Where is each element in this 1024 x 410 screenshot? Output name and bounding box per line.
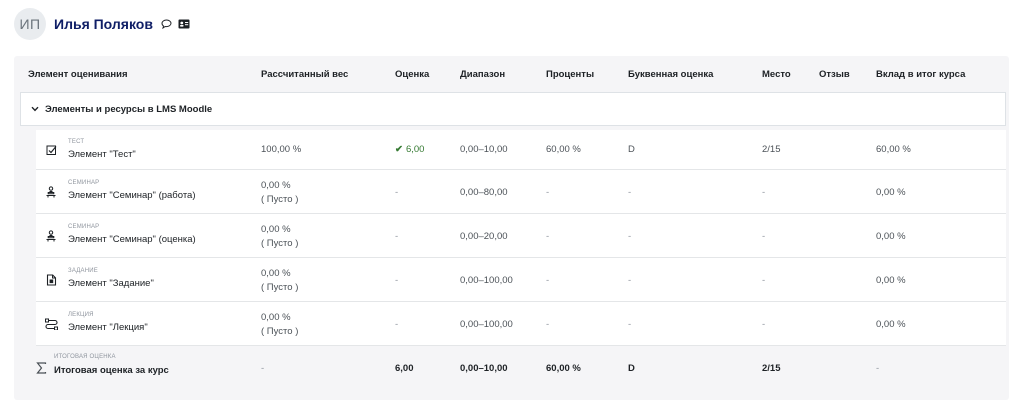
letter-value: D: [628, 363, 635, 374]
range-value: 0,00–20,00: [460, 231, 508, 242]
col-header-feedback: Отзыв: [819, 69, 850, 80]
grade-item-link[interactable]: Элемент "Лекция": [68, 322, 148, 333]
weight-empty-note: ( Пусто ): [261, 194, 299, 205]
chevron-down-icon[interactable]: [31, 106, 41, 112]
weight-value: 0,00 %: [261, 268, 291, 279]
weight-empty-note: ( Пусто ): [261, 238, 299, 249]
grade-value: ✔ 6,00: [395, 144, 425, 155]
contribution-value: 0,00 %: [876, 231, 906, 242]
item-type-label: ЗАДАНИЕ: [68, 268, 98, 274]
table-row: ЛЕКЦИЯ Элемент "Лекция" 0,00 % ( Пусто )…: [36, 302, 1006, 346]
contribution-value: 0,00 %: [876, 275, 906, 286]
item-type-label: ИТОГОВАЯ ОЦЕНКА: [54, 354, 116, 360]
table-row: ТЕСТ Элемент "Тест" 100,00 % ✔ 6,00 0,00–…: [36, 130, 1006, 170]
col-header-weight: Рассчитанный вес: [261, 69, 349, 80]
table-row: ЗАДАНИЕ Элемент "Задание" 0,00 % ( Пусто…: [36, 258, 1006, 302]
grade-item-link[interactable]: Элемент "Семинар" (работа): [68, 190, 196, 201]
rank-value: -: [762, 275, 766, 286]
contribution-value: 60,00 %: [876, 144, 911, 155]
percent-value: 60,00 %: [546, 144, 581, 155]
item-type-label: ЛЕКЦИЯ: [68, 312, 94, 318]
grade-value: -: [395, 231, 399, 242]
percent-value: 60,00 %: [546, 363, 581, 374]
category-name: Элементы и ресурсы в LMS Moodle: [45, 103, 213, 115]
weight-value: 100,00 %: [261, 144, 302, 155]
check-icon: ✔: [395, 144, 403, 155]
sigma-icon: [34, 361, 48, 375]
user-name-link[interactable]: Илья Поляков: [54, 16, 153, 32]
profile-card-icon[interactable]: [178, 19, 190, 29]
grade-value: -: [395, 319, 399, 330]
percent-value: -: [546, 231, 550, 242]
letter-value: -: [628, 231, 632, 242]
letter-value: D: [628, 144, 635, 155]
item-type-label: СЕМИНАР: [68, 224, 100, 230]
grade-value: -: [395, 275, 399, 286]
weight-empty-note: ( Пусто ): [261, 282, 299, 293]
range-value: 0,00–10,00: [460, 363, 508, 374]
grade-item-link[interactable]: Элемент "Тест": [68, 149, 136, 160]
col-header-item: Элемент оценивания: [28, 69, 128, 80]
letter-value: -: [628, 275, 632, 286]
course-total-label: Итоговая оценка за курс: [54, 365, 169, 376]
workshop-icon: [44, 185, 58, 199]
weight-value: 0,00 %: [261, 180, 291, 191]
percent-value: -: [546, 187, 550, 198]
category-toggle[interactable]: Элементы и ресурсы в LMS Moodle: [20, 92, 1006, 126]
col-header-grade: Оценка: [395, 69, 430, 80]
assignment-icon: [44, 273, 58, 287]
item-type-label: СЕМИНАР: [68, 180, 100, 186]
table-header: Элемент оценивания Рассчитанный вес Оцен…: [14, 66, 1009, 84]
user-header: ИП Илья Поляков: [14, 8, 190, 40]
grade-value: -: [395, 187, 399, 198]
rank-value: -: [762, 319, 766, 330]
weight-value: 0,00 %: [261, 312, 291, 323]
col-header-contribution: Вклад в итог курса: [876, 69, 966, 80]
col-header-letter: Буквенная оценка: [628, 69, 714, 80]
grade-item-link[interactable]: Элемент "Семинар" (оценка): [68, 234, 196, 245]
item-type-label: ТЕСТ: [68, 139, 85, 145]
weight-value: 0,00 %: [261, 224, 291, 235]
rank-value: 2/15: [762, 363, 781, 374]
avatar[interactable]: ИП: [14, 8, 46, 40]
range-value: 0,00–10,00: [460, 144, 508, 155]
message-icon[interactable]: [161, 19, 172, 29]
grade-item-link[interactable]: Элемент "Задание": [68, 278, 154, 289]
letter-value: -: [628, 319, 632, 330]
workshop-icon: [44, 229, 58, 243]
col-header-rank: Место: [762, 69, 791, 80]
weight-empty-note: ( Пусто ): [261, 326, 299, 337]
course-total-row: ИТОГОВАЯ ОЦЕНКА Итоговая оценка за курс …: [28, 346, 1006, 390]
table-row: СЕМИНАР Элемент "Семинар" (работа) 0,00 …: [36, 170, 1006, 214]
percent-value: -: [546, 319, 550, 330]
contribution-value: 0,00 %: [876, 319, 906, 330]
contribution-value: 0,00 %: [876, 187, 906, 198]
range-value: 0,00–100,00: [460, 319, 513, 330]
checkbox-icon: [44, 143, 58, 157]
grade-value: 6,00: [395, 363, 414, 374]
letter-value: -: [628, 187, 632, 198]
rank-value: 2/15: [762, 144, 781, 155]
contribution-value: -: [876, 363, 880, 374]
col-header-percent: Проценты: [546, 69, 595, 80]
grade-report-table: Элемент оценивания Рассчитанный вес Оцен…: [14, 56, 1009, 400]
lesson-icon: [44, 317, 58, 331]
range-value: 0,00–100,00: [460, 275, 513, 286]
table-row: СЕМИНАР Элемент "Семинар" (оценка) 0,00 …: [36, 214, 1006, 258]
range-value: 0,00–80,00: [460, 187, 508, 198]
col-header-range: Диапазон: [460, 69, 506, 80]
rank-value: -: [762, 187, 766, 198]
percent-value: -: [546, 275, 550, 286]
rank-value: -: [762, 231, 766, 242]
weight-value: -: [261, 363, 265, 374]
